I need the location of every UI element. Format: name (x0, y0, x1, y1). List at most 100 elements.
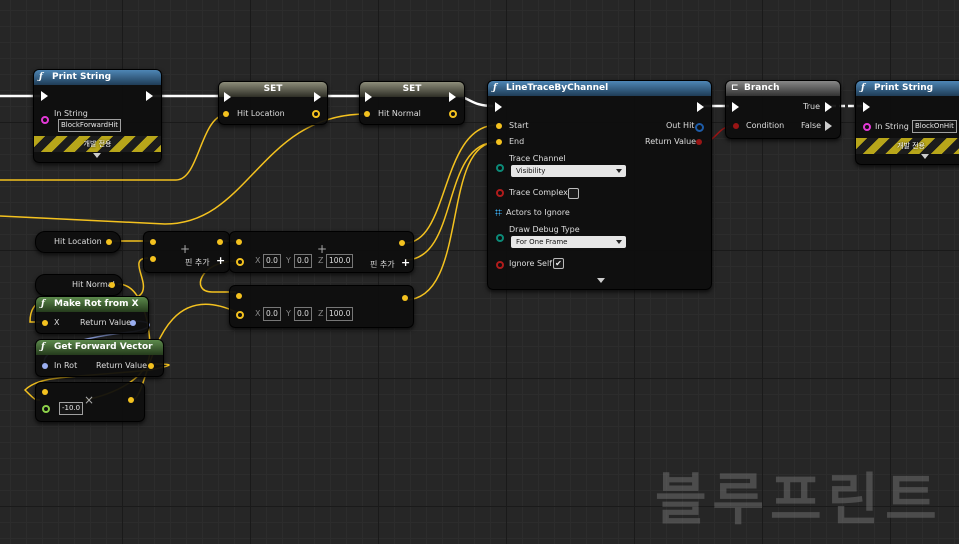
vector-out-pin[interactable] (106, 239, 112, 245)
set-variable-node[interactable]: SET Hit Normal (359, 81, 465, 125)
trace-channel-dropdown[interactable]: Visibility (511, 165, 626, 177)
exec-in-pin[interactable] (365, 92, 372, 102)
node-header[interactable]: ƒ Get Forward Vector (36, 340, 163, 355)
multiply-operator-icon: × (84, 393, 95, 407)
axis-label: Z (318, 256, 324, 265)
y-value-field[interactable]: 0.0 (294, 254, 312, 268)
multiply-node[interactable]: -10.0 × (35, 382, 145, 422)
vector-out-pin[interactable] (399, 240, 405, 246)
node-header[interactable]: ƒ LineTraceByChannel (488, 81, 711, 96)
expand-arrow-icon[interactable] (93, 153, 101, 158)
in-string-field[interactable]: BlockOnHit (912, 120, 957, 133)
add-vector-node[interactable]: + X 0.0 Y 0.0 Z 100.0 핀 추가 + (229, 231, 414, 273)
vector-pin[interactable] (364, 111, 370, 117)
add-pin-icon[interactable]: + (216, 254, 225, 267)
node-header[interactable]: ƒ Make Rot from X (36, 297, 148, 312)
vector-out-pin[interactable] (109, 282, 115, 288)
set-variable-node[interactable]: SET Hit Location (218, 81, 328, 125)
vector-out-pin[interactable] (449, 110, 457, 118)
function-icon: ƒ (39, 72, 43, 82)
vector-pin[interactable] (150, 239, 156, 245)
print-string-node[interactable]: ƒ Print String In String BlockOnHit 개발 전… (855, 80, 959, 165)
vector-pin[interactable] (150, 256, 156, 262)
array-pin[interactable] (495, 209, 502, 216)
return-value-pin[interactable] (696, 139, 702, 145)
float-pin[interactable] (42, 405, 50, 413)
node-title: Branch (744, 83, 780, 93)
z-value-field[interactable]: 100.0 (326, 307, 354, 321)
node-header[interactable]: ƒ Print String (856, 81, 959, 96)
exec-false-pin[interactable] (825, 121, 832, 131)
branch-node[interactable]: ⊏ Branch True Condition False (725, 80, 841, 139)
subtract-vector-node[interactable]: X 0.0 Y 0.0 Z 100.0 (229, 285, 414, 328)
ignore-self-checkbox[interactable]: ✔ (553, 258, 564, 269)
exec-out-pin[interactable] (146, 91, 153, 101)
axis-label: X (255, 309, 261, 318)
z-value-field[interactable]: 100.0 (326, 254, 354, 268)
string-pin[interactable] (41, 116, 49, 124)
x-value-field[interactable]: 0.0 (263, 307, 281, 321)
add-vector-node[interactable]: + 핀 추가 + (143, 231, 230, 273)
x-value-field[interactable]: 0.0 (263, 254, 281, 268)
vector-out-pin[interactable] (402, 295, 408, 301)
start-pin[interactable] (496, 123, 502, 129)
vector-out-pin[interactable] (312, 110, 320, 118)
exec-in-pin[interactable] (863, 102, 870, 112)
vector-out-pin[interactable] (217, 239, 223, 245)
rotator-out-pin[interactable] (130, 320, 136, 326)
expand-arrow-icon[interactable] (921, 154, 929, 159)
line-trace-node[interactable]: ƒ LineTraceByChannel Start Out Hit End R… (487, 80, 712, 290)
node-header[interactable]: ⊏ Branch (726, 81, 840, 96)
add-pin-icon[interactable]: + (401, 256, 410, 269)
in-string-field[interactable]: BlockForwardHit (58, 119, 122, 132)
pin-label: In String (54, 109, 88, 118)
pin-label: Return Value (96, 361, 148, 370)
exec-in-pin[interactable] (224, 92, 231, 102)
exec-in-pin[interactable] (495, 102, 502, 112)
pin-label: End (509, 137, 525, 146)
get-variable-node[interactable]: Hit Normal (35, 274, 123, 296)
condition-pin[interactable] (733, 123, 739, 129)
vector-pin[interactable] (236, 293, 242, 299)
node-title: Print String (52, 72, 112, 82)
exec-out-pin[interactable] (449, 92, 456, 102)
enum-pin[interactable] (496, 164, 504, 172)
out-hit-pin[interactable] (695, 123, 704, 132)
end-pin[interactable] (496, 139, 502, 145)
add-pin-label[interactable]: 핀 추가 (185, 257, 210, 268)
expand-arrow-icon[interactable] (597, 278, 605, 283)
exec-in-pin[interactable] (732, 102, 739, 112)
vector-out-pin[interactable] (128, 397, 134, 403)
make-rot-from-x-node[interactable]: ƒ Make Rot from X X Return Value (35, 296, 149, 334)
exec-in-pin[interactable] (41, 91, 48, 101)
string-pin[interactable] (863, 123, 871, 131)
rotator-pin[interactable] (42, 363, 48, 369)
add-operator-icon: + (180, 242, 191, 256)
vector-pin[interactable] (236, 239, 242, 245)
bool-pin[interactable] (496, 261, 504, 269)
float-value-field[interactable]: -10.0 (59, 402, 84, 415)
add-pin-label[interactable]: 핀 추가 (370, 259, 395, 270)
get-forward-vector-node[interactable]: ƒ Get Forward Vector In Rot Return Value (35, 339, 164, 377)
enum-pin[interactable] (496, 234, 504, 242)
node-header[interactable]: ƒ Print String (34, 70, 161, 85)
exec-out-pin[interactable] (697, 102, 704, 112)
print-string-node[interactable]: ƒ Print String In String BlockForwardHit… (33, 69, 162, 163)
function-icon: ƒ (41, 299, 45, 309)
exec-out-pin[interactable] (314, 92, 321, 102)
vector-pin[interactable] (223, 111, 229, 117)
node-header[interactable]: SET (219, 82, 327, 97)
vector-out-pin[interactable] (148, 363, 154, 369)
get-variable-node[interactable]: Hit Location (35, 231, 121, 253)
bool-pin[interactable] (496, 189, 504, 197)
function-icon: ƒ (493, 83, 497, 93)
vector-pin[interactable] (236, 311, 244, 319)
trace-complex-checkbox[interactable] (568, 188, 579, 199)
pin-label: In Rot (54, 361, 78, 370)
vector-pin[interactable] (42, 320, 48, 326)
draw-debug-dropdown[interactable]: For One Frame (511, 236, 626, 248)
vector-pin[interactable] (236, 258, 244, 266)
exec-true-pin[interactable] (825, 102, 832, 112)
y-value-field[interactable]: 0.0 (294, 307, 312, 321)
vector-pin[interactable] (42, 389, 48, 395)
